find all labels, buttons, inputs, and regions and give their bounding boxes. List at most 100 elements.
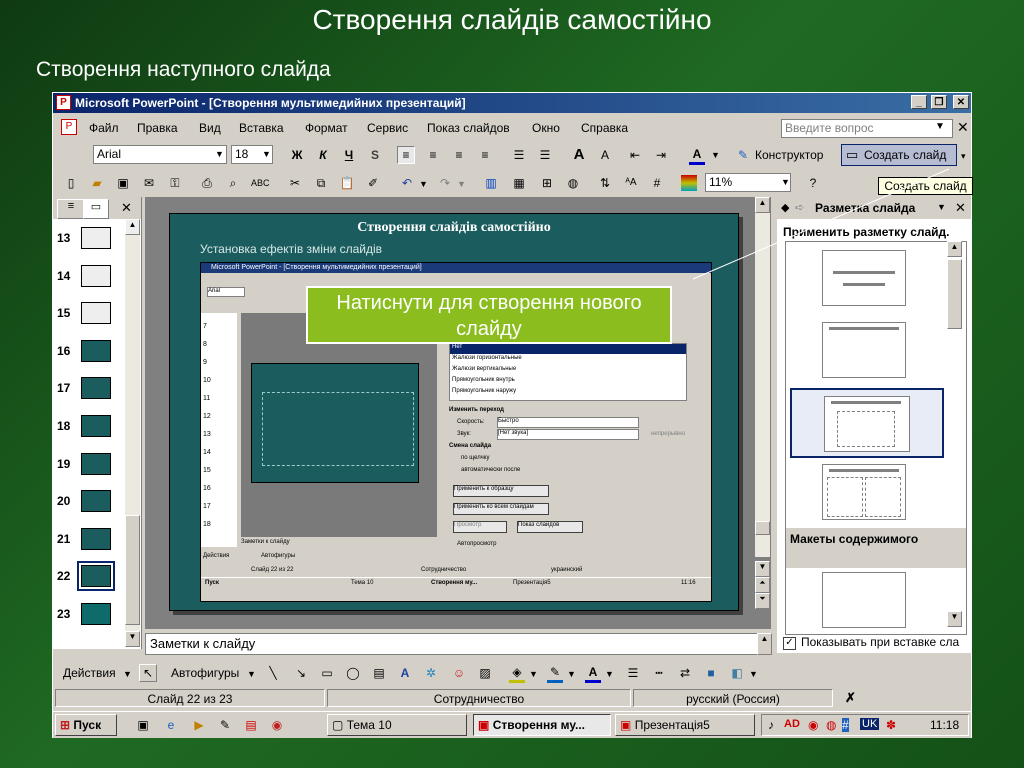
decrease-font-icon[interactable]: A bbox=[597, 147, 613, 163]
new-slide-button[interactable]: ▭ Создать слайд bbox=[841, 144, 957, 166]
justify-icon[interactable]: ≡ bbox=[477, 147, 493, 163]
increase-font-icon[interactable]: A bbox=[571, 147, 587, 163]
undo-icon[interactable]: ↶ bbox=[399, 175, 415, 191]
next-slide-button[interactable]: ⏷ bbox=[755, 593, 770, 609]
font-color-icon[interactable]: A bbox=[689, 146, 705, 165]
menu-slideshow[interactable]: Показ слайдов bbox=[427, 121, 510, 135]
taskbar-item-2-active[interactable]: ▣ Створення му... bbox=[473, 714, 611, 736]
new-file-icon[interactable]: ▯ bbox=[63, 175, 79, 191]
redo-icon[interactable]: ↷ bbox=[437, 175, 453, 191]
toolbar-options-icon[interactable]: ▾ bbox=[961, 151, 966, 162]
slide-thumbnail[interactable] bbox=[81, 302, 111, 325]
slide-thumbnail[interactable] bbox=[81, 490, 111, 513]
oval-icon[interactable]: ◯ bbox=[345, 665, 361, 681]
line-icon[interactable]: ╲ bbox=[265, 665, 281, 681]
font-select[interactable]: Arial bbox=[93, 145, 227, 164]
designer-button[interactable]: Конструктор bbox=[755, 148, 823, 162]
spelling-icon[interactable]: ABC bbox=[251, 175, 270, 191]
menu-format[interactable]: Формат bbox=[305, 121, 348, 135]
actions-dropdown-icon[interactable]: ▼ bbox=[123, 669, 132, 679]
fill-dropdown-icon[interactable]: ▼ bbox=[529, 669, 538, 679]
quick-app-icon[interactable]: ◉ bbox=[269, 717, 285, 733]
align-right-icon[interactable]: ≡ bbox=[451, 147, 467, 163]
slide-thumbnail[interactable] bbox=[81, 264, 111, 287]
ie-icon[interactable]: e bbox=[163, 717, 179, 733]
insert-chart-icon[interactable]: ▥ bbox=[483, 175, 499, 191]
layout-two-content[interactable] bbox=[822, 464, 906, 520]
bold-button[interactable]: Ж bbox=[289, 147, 305, 163]
taskbar-item-3[interactable]: ▣ Презентація5 bbox=[615, 714, 755, 736]
notes-scroll[interactable]: ▲ bbox=[757, 633, 772, 655]
diagram-icon[interactable]: ✲ bbox=[423, 665, 439, 681]
slide-thumbnail[interactable] bbox=[81, 339, 111, 362]
tray-app-icon[interactable]: ◍ bbox=[826, 718, 836, 732]
clipart-icon[interactable]: ☺ bbox=[451, 665, 467, 681]
underline-button[interactable]: Ч bbox=[341, 147, 357, 163]
tables-borders-icon[interactable]: ⊞ bbox=[539, 175, 555, 191]
print-icon[interactable]: ⎙ bbox=[199, 175, 215, 191]
increase-indent-icon[interactable]: ⇥ bbox=[653, 147, 669, 163]
taskbar-item-1[interactable]: ▢ Тема 10 bbox=[327, 714, 467, 736]
3d-dropdown-icon[interactable]: ▼ bbox=[749, 669, 758, 679]
antivirus-icon[interactable]: AD bbox=[784, 718, 800, 730]
slide-thumbnail[interactable] bbox=[81, 377, 111, 400]
pane-scrollbar-thumb[interactable] bbox=[125, 515, 140, 625]
slides-tab[interactable]: ▭ bbox=[83, 199, 109, 219]
textbox-icon[interactable]: ▤ bbox=[371, 665, 387, 681]
start-button[interactable]: ⊞ Пуск bbox=[55, 714, 117, 736]
decrease-indent-icon[interactable]: ⇤ bbox=[627, 147, 643, 163]
insert-table-icon[interactable]: ▦ bbox=[511, 175, 527, 191]
rectangle-icon[interactable]: ▭ bbox=[319, 665, 335, 681]
task-pane-close-icon[interactable]: ✕ bbox=[955, 200, 966, 216]
shadow-button[interactable]: S bbox=[367, 147, 383, 163]
dash-style-icon[interactable]: ┅ bbox=[651, 665, 667, 681]
pane-scroll-up[interactable]: ▲ bbox=[125, 219, 140, 235]
line-style-icon[interactable]: ☰ bbox=[625, 665, 641, 681]
slide-thumbnail[interactable] bbox=[81, 603, 111, 625]
slide-thumbnail[interactable] bbox=[77, 561, 115, 592]
line-color-icon[interactable]: ✎ bbox=[547, 664, 563, 683]
help-dropdown-icon[interactable]: ▼ bbox=[935, 121, 945, 132]
document-icon[interactable]: P bbox=[61, 119, 77, 135]
desktop-icon[interactable]: ▣ bbox=[135, 717, 151, 733]
menu-tools[interactable]: Сервис bbox=[367, 121, 408, 135]
help-question-input[interactable]: Введите вопрос bbox=[781, 119, 953, 138]
tray-app-icon[interactable]: ◉ bbox=[808, 718, 818, 732]
cut-icon[interactable]: ✂ bbox=[287, 175, 303, 191]
insert-diagram-icon[interactable]: ◍ bbox=[565, 175, 581, 191]
undo-dropdown-icon[interactable]: ▼ bbox=[419, 179, 428, 189]
email-icon[interactable]: ✉ bbox=[141, 175, 157, 191]
designer-icon[interactable]: ✎ bbox=[735, 147, 751, 163]
fill-color-icon[interactable]: ◈ bbox=[509, 664, 525, 683]
shadow-style-icon[interactable]: ■ bbox=[703, 665, 719, 681]
close-document-icon[interactable]: ✕ bbox=[957, 119, 969, 136]
arrow-icon[interactable]: ↘ bbox=[293, 665, 309, 681]
align-left-icon[interactable]: ≡ bbox=[397, 146, 415, 164]
expand-all-icon[interactable]: ⇅ bbox=[597, 175, 613, 191]
bullets-icon[interactable]: ☰ bbox=[537, 147, 553, 163]
menu-view[interactable]: Вид bbox=[199, 121, 221, 135]
size-dropdown-icon[interactable]: ▼ bbox=[262, 149, 271, 159]
align-center-icon[interactable]: ≡ bbox=[425, 147, 441, 163]
gallery-scroll-down[interactable]: ▼ bbox=[947, 611, 962, 627]
editor-scroll-down[interactable]: ▼ bbox=[755, 561, 770, 577]
font-color-dropdown-icon[interactable]: ▼ bbox=[711, 150, 720, 160]
layout-blank[interactable] bbox=[822, 572, 906, 628]
copy-icon[interactable]: ⧉ bbox=[313, 175, 329, 191]
menu-file[interactable]: Файл bbox=[89, 121, 119, 135]
permission-icon[interactable]: ⚿ bbox=[167, 175, 183, 191]
slide-thumbnail[interactable] bbox=[81, 452, 111, 475]
format-painter-icon[interactable]: ✐ bbox=[365, 175, 381, 191]
print-preview-icon[interactable]: ⌕ bbox=[225, 175, 241, 191]
open-folder-icon[interactable]: ▰ bbox=[89, 175, 105, 191]
show-formatting-icon[interactable]: ᴬA bbox=[623, 175, 639, 191]
notes-field[interactable]: Заметки к слайду bbox=[145, 633, 771, 655]
3d-style-icon[interactable]: ◧ bbox=[729, 665, 745, 681]
volume-icon[interactable]: ♪ bbox=[768, 718, 774, 732]
language-indicator[interactable]: UK bbox=[860, 718, 880, 730]
redo-dropdown-icon[interactable]: ▼ bbox=[457, 179, 466, 189]
draw-font-color-icon[interactable]: A bbox=[585, 664, 601, 683]
draw-actions-menu[interactable]: Действия bbox=[63, 666, 116, 680]
select-pointer-icon[interactable]: ↖ bbox=[139, 664, 157, 682]
wordart-icon[interactable]: A bbox=[397, 665, 413, 681]
